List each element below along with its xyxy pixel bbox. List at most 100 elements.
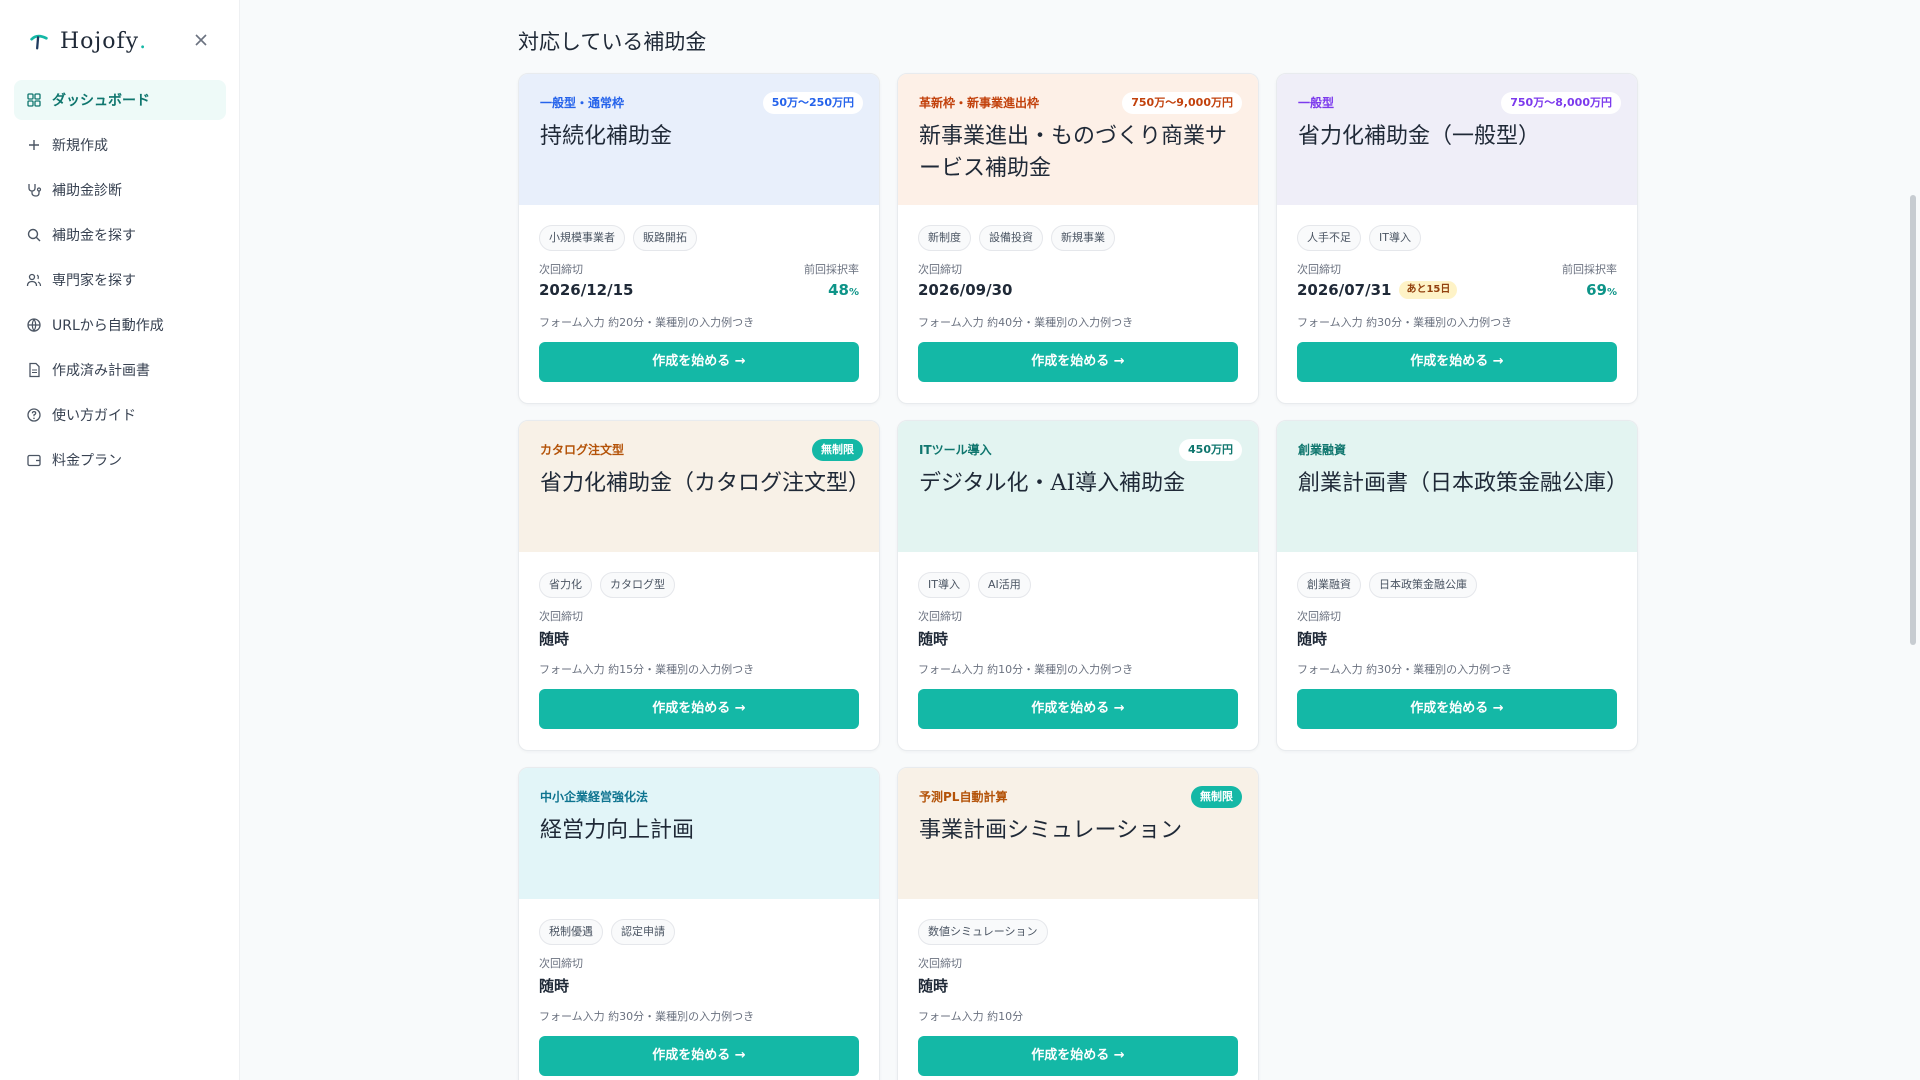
tag: 認定申請 — [611, 919, 675, 945]
tag: 数値シミュレーション — [918, 919, 1048, 945]
sidebar-item-7[interactable]: 使い方ガイド — [14, 395, 226, 435]
start-button[interactable]: 作成を始める → — [918, 342, 1238, 382]
scrollbar[interactable] — [1910, 195, 1916, 645]
close-sidebar-button[interactable] — [190, 30, 212, 52]
start-button[interactable]: 作成を始める → — [539, 689, 859, 729]
start-button[interactable]: 作成を始める → — [1297, 342, 1617, 382]
subsidy-card[interactable]: 革新枠・新事業進出枠 750万〜9,000万円 新事業進出・ものづくり商業サービス補… — [897, 73, 1259, 404]
subsidy-card[interactable]: 中小企業経営強化法 経営力向上計画 税制優遇 認定申請 次回締切 随時 フォーム入力 約30… — [518, 767, 880, 1080]
card-body: 省力化 カタログ型 次回締切 随時 フォーム入力 約15分・業種別の入力例つき 作成を始め… — [519, 552, 879, 729]
tag-list: 小規模事業者 販路開拓 — [539, 225, 859, 251]
close-icon — [195, 34, 207, 46]
start-button[interactable]: 作成を始める → — [918, 689, 1238, 729]
deadline-row: 次回締切 2026/09/30 — [918, 261, 1238, 301]
subsidy-card[interactable]: 一般型・通常枠 50万〜250万円 持続化補助金 小規模事業者 販路開拓 次回締切 2026… — [518, 73, 880, 404]
sidebar-item-0[interactable]: ダッシュボード — [14, 80, 226, 120]
deadline-date: 2026/07/31 — [1297, 281, 1392, 299]
sidebar-item-2[interactable]: 補助金診断 — [14, 170, 226, 210]
start-button[interactable]: 作成を始める → — [918, 1036, 1238, 1076]
tag: 新制度 — [918, 225, 971, 251]
dashboard-icon — [26, 92, 42, 108]
tag-list: 税制優遇 認定申請 — [539, 919, 859, 945]
brand-name: Hojofy — [60, 28, 140, 54]
deadline-row: 次回締切 随時 — [918, 608, 1238, 648]
sidebar-item-label: 作成済み計画書 — [52, 363, 150, 379]
deadline-value: 随時 — [539, 975, 859, 996]
sidebar-item-1[interactable]: 新規作成 — [14, 125, 226, 165]
card-body: 小規模事業者 販路開拓 次回締切 2026/12/15 前回採択率 48% フォーム入力 約… — [519, 205, 879, 382]
deadline-value: 2026/09/30 — [918, 281, 1238, 299]
card-title: 省力化補助金（一般型） — [1298, 124, 1541, 149]
form-note: フォーム入力 約10分 — [918, 1010, 1024, 1023]
rate-label: 前回採択率 — [804, 263, 859, 276]
subsidy-card[interactable]: 一般型 750万〜8,000万円 省力化補助金（一般型） 人手不足 IT導入 次回締切 20… — [1276, 73, 1638, 404]
sidebar-item-3[interactable]: 補助金を探す — [14, 215, 226, 255]
tag-list: 人手不足 IT導入 — [1297, 225, 1617, 251]
sidebar-item-4[interactable]: 専門家を探す — [14, 260, 226, 300]
tag: 販路開拓 — [633, 225, 697, 251]
deadline-date: 随時 — [918, 977, 949, 995]
start-button[interactable]: 作成を始める → — [539, 1036, 859, 1076]
subsidy-card[interactable]: 予測PL自動計算 無制限 事業計画シミュレーション数値シミュレーション次回締切随時フ… — [897, 767, 1259, 1080]
deadline-label: 次回締切 — [918, 957, 962, 970]
sidebar-nav: ダッシュボード 新規作成補助金診断補助金を探す 専門家を探す URLから自動作成作成済… — [14, 80, 226, 485]
deadline-label: 次回締切 — [539, 957, 583, 970]
card-header: 予測PL自動計算 無制限 事業計画シミュレーション — [898, 768, 1258, 899]
sidebar-item-5[interactable]: URLから自動作成 — [14, 305, 226, 345]
card-title: デジタル化・AI導入補助金 — [919, 471, 1186, 496]
tag: 人手不足 — [1297, 225, 1361, 251]
tag: 設備投資 — [979, 225, 1043, 251]
deadline-label: 次回締切 — [918, 263, 962, 276]
amount-badge: 750万〜9,000万円 — [1122, 92, 1242, 114]
card-title: 省力化補助金（カタログ注文型） — [540, 471, 871, 496]
rate-number: 69 — [1586, 281, 1607, 299]
globe-icon — [26, 317, 42, 333]
brand-dot: . — [139, 28, 147, 54]
days-left-badge: あと15日 — [1399, 281, 1458, 299]
card-header: カタログ注文型 無制限 省力化補助金（カタログ注文型） — [519, 421, 879, 552]
card-header: 創業融資 創業計画書（日本政策金融公庫） — [1277, 421, 1637, 552]
deadline-date: 随時 — [1297, 630, 1328, 648]
subsidy-card[interactable]: カタログ注文型 無制限 省力化補助金（カタログ注文型） 省力化 カタログ型 次回締切 随時フ… — [518, 420, 880, 751]
card-header: 一般型 750万〜8,000万円 省力化補助金（一般型） — [1277, 74, 1637, 205]
tag: 小規模事業者 — [539, 225, 625, 251]
brand-logo[interactable]: Hojofy. — [28, 26, 146, 56]
sidebar-item-label: 新規作成 — [52, 138, 108, 154]
wallet-icon — [26, 452, 42, 468]
card-header: 革新枠・新事業進出枠 750万〜9,000万円 新事業進出・ものづくり商業サービス補… — [898, 74, 1258, 205]
deadline-date: 随時 — [918, 630, 949, 648]
sidebar-item-label: ダッシュボード — [52, 93, 150, 109]
deadline-date: 随時 — [539, 630, 570, 648]
rate-value: 69% — [1562, 281, 1617, 299]
deadline-row: 次回締切 随時 — [539, 955, 859, 995]
form-note: フォーム入力 約30分・業種別の入力例つき — [1297, 316, 1513, 329]
deadline-row: 次回締切 随時 — [918, 955, 1238, 995]
tag-list: IT導入 AI活用 — [918, 572, 1238, 598]
tag: IT導入 — [1369, 225, 1421, 251]
tag-list: 新制度 設備投資 新規事業 — [918, 225, 1238, 251]
acceptance-rate: 前回採択率 69% — [1562, 261, 1617, 299]
tag: 税制優遇 — [539, 919, 603, 945]
sidebar-item-6[interactable]: 作成済み計画書 — [14, 350, 226, 390]
tag: カタログ型 — [600, 572, 675, 598]
deadline-label: 次回締切 — [918, 610, 962, 623]
tag: IT導入 — [918, 572, 970, 598]
tag-list: 省力化 カタログ型 — [539, 572, 859, 598]
subsidy-card[interactable]: ITツール導入 450万円 デジタル化・AI導入補助金 IT導入 AI活用 次回締切 随時フ… — [897, 420, 1259, 751]
amount-badge: 無制限 — [812, 439, 863, 461]
tag: AI活用 — [977, 572, 1031, 598]
sidebar-item-label: 補助金診断 — [52, 183, 122, 199]
plus-icon — [26, 137, 42, 153]
tag: 日本政策金融公庫 — [1369, 572, 1477, 598]
section-title: 対応している補助金 — [518, 30, 707, 54]
subsidy-card[interactable]: 創業融資 創業計画書（日本政策金融公庫） 創業融資 日本政策金融公庫 次回締切 随時 フォー… — [1276, 420, 1638, 751]
start-button[interactable]: 作成を始める → — [539, 342, 859, 382]
card-header: 一般型・通常枠 50万〜250万円 持続化補助金 — [519, 74, 879, 205]
rate-unit: % — [848, 287, 859, 298]
sidebar: Hojofy. ダッシュボード 新規作成補助金診断補助金を探す 専門家を探す URLか… — [0, 0, 240, 1080]
deadline-value: 随時 — [539, 628, 859, 649]
start-button[interactable]: 作成を始める → — [1297, 689, 1617, 729]
card-title: 新事業進出・ものづくり商業サービス補助金 — [919, 124, 1228, 181]
tag-list: 数値シミュレーション — [918, 919, 1238, 945]
sidebar-item-8[interactable]: 料金プラン — [14, 440, 226, 480]
